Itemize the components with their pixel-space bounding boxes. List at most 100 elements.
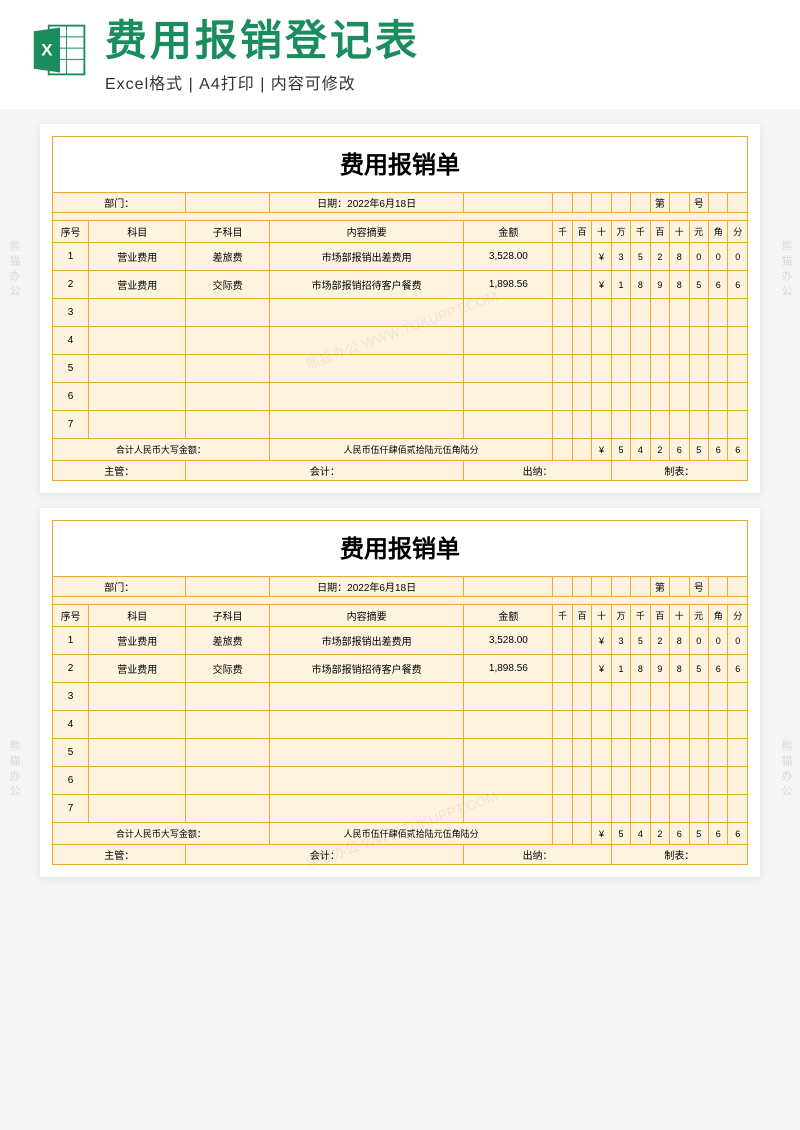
cell-digit xyxy=(650,739,669,767)
total-label: 合计人民币大写金额： xyxy=(53,823,270,845)
blank xyxy=(464,193,553,213)
col-desc: 内容摘要 xyxy=(269,605,464,627)
digit-h: 十 xyxy=(670,605,689,627)
cell-seq: 7 xyxy=(53,411,89,439)
table-row: 3 xyxy=(53,299,748,327)
cell-seq: 6 xyxy=(53,767,89,795)
cell-digit xyxy=(670,683,689,711)
col-amount: 金额 xyxy=(464,221,553,243)
table-row: 5 xyxy=(53,739,748,767)
cell-subsubject xyxy=(186,327,269,355)
cell-desc: 市场部报销出差费用 xyxy=(269,243,464,271)
cell-seq: 6 xyxy=(53,383,89,411)
cell-amount xyxy=(464,795,553,823)
digit-h: 千 xyxy=(553,605,572,627)
cell-digit xyxy=(553,383,572,411)
cell-digit xyxy=(611,795,630,823)
cell-digit xyxy=(728,711,748,739)
total-digit: 2 xyxy=(650,823,669,845)
cell-digit xyxy=(728,795,748,823)
cell-digit xyxy=(572,299,591,327)
cell-subsubject xyxy=(186,739,269,767)
dept-label: 部门： xyxy=(53,577,186,597)
cell-digit xyxy=(650,383,669,411)
cell-digit: 8 xyxy=(670,627,689,655)
cell-digit xyxy=(728,683,748,711)
cell-subject: 营业费用 xyxy=(89,243,186,271)
cell-digit xyxy=(728,411,748,439)
cell-digit: 8 xyxy=(631,655,650,683)
col-subsubject: 子科目 xyxy=(186,221,269,243)
supervisor-label: 主管： xyxy=(53,461,186,481)
digit-h: 角 xyxy=(708,605,727,627)
total-digit xyxy=(572,439,591,461)
cell-digit xyxy=(670,795,689,823)
cell-amount xyxy=(464,683,553,711)
cell-digit xyxy=(572,767,591,795)
dept-value xyxy=(186,577,269,597)
cell-digit xyxy=(572,355,591,383)
table-row: 7 xyxy=(53,411,748,439)
cell-desc: 市场部报销招待客户餐费 xyxy=(269,655,464,683)
cell-desc xyxy=(269,683,464,711)
cell-digit: 0 xyxy=(689,243,708,271)
cell-digit xyxy=(592,327,611,355)
cell-amount xyxy=(464,299,553,327)
total-digit: ¥ xyxy=(592,439,611,461)
cell-desc xyxy=(269,711,464,739)
cell-digit xyxy=(670,383,689,411)
cell-digit xyxy=(631,739,650,767)
cell-subsubject: 差旅费 xyxy=(186,627,269,655)
total-digit: ¥ xyxy=(592,823,611,845)
cell-digit xyxy=(689,355,708,383)
cell-digit xyxy=(572,411,591,439)
cell-digit: 5 xyxy=(631,243,650,271)
cell-digit: 8 xyxy=(670,271,689,299)
cell-desc xyxy=(269,327,464,355)
digit-h: 元 xyxy=(689,221,708,243)
digit-h: 十 xyxy=(670,221,689,243)
digit-h: 千 xyxy=(631,221,650,243)
cell-digit: 8 xyxy=(670,655,689,683)
col-subsubject: 子科目 xyxy=(186,605,269,627)
cell-digit xyxy=(611,355,630,383)
cell-digit xyxy=(708,711,727,739)
accountant-label: 会计： xyxy=(186,461,464,481)
cell-subsubject xyxy=(186,767,269,795)
total-digit: 4 xyxy=(631,823,650,845)
cell-digit xyxy=(553,795,572,823)
cell-subsubject: 交际费 xyxy=(186,271,269,299)
total-digit: 5 xyxy=(611,439,630,461)
cell-subsubject xyxy=(186,795,269,823)
cell-digit: 5 xyxy=(689,655,708,683)
total-label: 合计人民币大写金额： xyxy=(53,439,270,461)
date-label: 日期：2022年6月18日 xyxy=(269,193,464,213)
cell-digit xyxy=(553,683,572,711)
cell-seq: 1 xyxy=(53,243,89,271)
col-subject: 科目 xyxy=(89,221,186,243)
cell-digit xyxy=(670,411,689,439)
seq-value xyxy=(670,577,689,597)
cell-seq: 2 xyxy=(53,271,89,299)
preparer-label: 制表： xyxy=(611,845,747,865)
cell-subject xyxy=(89,795,186,823)
table-row: 4 xyxy=(53,327,748,355)
cell-seq: 3 xyxy=(53,299,89,327)
cell-digit xyxy=(572,795,591,823)
cell-digit xyxy=(670,299,689,327)
digit-h: 元 xyxy=(689,605,708,627)
cell-desc xyxy=(269,355,464,383)
watermark-right: 熊猫办公 xyxy=(778,240,794,300)
digit-h: 万 xyxy=(611,605,630,627)
total-text: 人民币伍仟肆佰贰拾陆元伍角陆分 xyxy=(269,823,553,845)
cell-digit xyxy=(592,683,611,711)
supervisor-label: 主管： xyxy=(53,845,186,865)
total-digit: 6 xyxy=(728,823,748,845)
cell-digit xyxy=(728,355,748,383)
cell-subject xyxy=(89,711,186,739)
cell-digit xyxy=(592,711,611,739)
cell-desc: 市场部报销招待客户餐费 xyxy=(269,271,464,299)
cell-digit xyxy=(708,795,727,823)
cell-seq: 7 xyxy=(53,795,89,823)
total-digit: 4 xyxy=(631,439,650,461)
